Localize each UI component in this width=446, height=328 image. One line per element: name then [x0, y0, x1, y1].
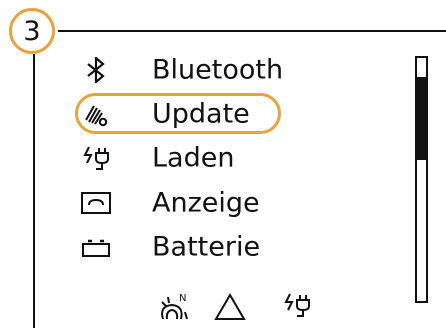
menu-item-label: Bluetooth [152, 54, 284, 86]
menu-item-label: Laden [152, 142, 235, 174]
battery-icon [80, 236, 112, 258]
menu-item-label: Anzeige [152, 187, 260, 219]
step-number-badge: 3 [9, 8, 55, 54]
svg-text:N: N [179, 293, 186, 304]
frame-top-line [58, 30, 446, 32]
scrollbar-thumb[interactable] [417, 77, 426, 161]
menu-item-label: Batterie [152, 231, 261, 263]
warning-triangle-icon [213, 292, 247, 322]
selected-item-highlight [75, 93, 281, 134]
tire-pressure-icon: N [157, 292, 191, 322]
display-icon [80, 191, 112, 215]
charging-plug-icon [283, 292, 311, 318]
charging-plug-icon [82, 145, 110, 171]
bluetooth-icon [85, 57, 107, 83]
step-number: 3 [23, 15, 41, 47]
scrollbar[interactable] [415, 56, 428, 303]
frame-left-line [33, 54, 35, 328]
